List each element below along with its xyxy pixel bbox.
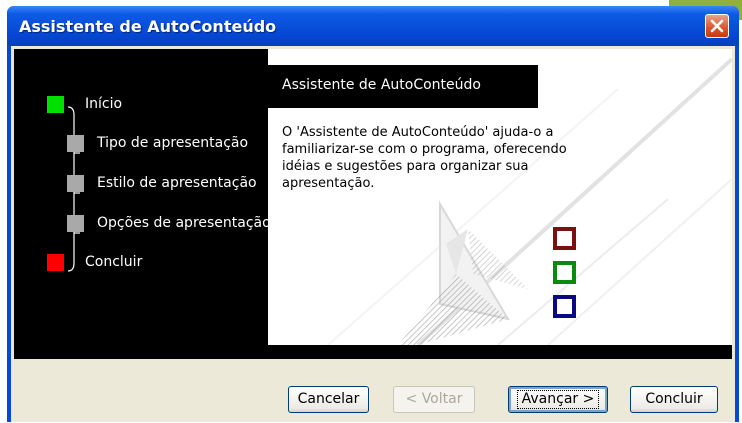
step-navigation: Início Tipo de apresentação Estilo de ap… <box>14 49 271 359</box>
step-label-type[interactable]: Tipo de apresentação <box>97 135 248 151</box>
panel-title: Assistente de AutoConteúdo <box>268 65 538 108</box>
close-button[interactable] <box>705 14 729 38</box>
finish-button[interactable]: Concluir <box>630 386 718 413</box>
title-bar[interactable]: Assistente de AutoConteúdo <box>7 6 739 46</box>
wizard-window: Assistente de AutoConteúdo Início Tipo d… <box>7 6 739 422</box>
dialog-body: Início Tipo de apresentação Estilo de ap… <box>11 46 735 422</box>
step-marker-start <box>47 96 64 113</box>
wizard-area: Início Tipo de apresentação Estilo de ap… <box>14 49 732 359</box>
next-button-label: Avançar > <box>516 390 600 409</box>
step-marker-type <box>67 135 84 152</box>
cancel-button[interactable]: Cancelar <box>288 386 369 413</box>
step-marker-finish <box>47 254 64 271</box>
close-icon <box>710 19 724 33</box>
back-button[interactable]: < Voltar <box>393 386 475 413</box>
green-square-icon <box>553 261 576 284</box>
next-button[interactable]: Avançar > <box>508 386 608 413</box>
step-label-start[interactable]: Início <box>85 96 122 112</box>
content-panel: Assistente de AutoConteúdo O 'Assistente… <box>268 49 732 345</box>
step-label-options[interactable]: Opções de apresentação <box>97 215 271 231</box>
window-title: Assistente de AutoConteúdo <box>19 17 277 36</box>
step-marker-options <box>67 215 84 232</box>
step-marker-style <box>67 175 84 192</box>
step-label-style[interactable]: Estilo de apresentação <box>97 175 257 191</box>
dark-red-square-icon <box>553 227 576 250</box>
description-text: O 'Assistente de AutoConteúdo' ajuda-o a… <box>282 125 567 191</box>
navy-square-icon <box>553 295 576 318</box>
step-label-finish[interactable]: Concluir <box>85 254 142 270</box>
